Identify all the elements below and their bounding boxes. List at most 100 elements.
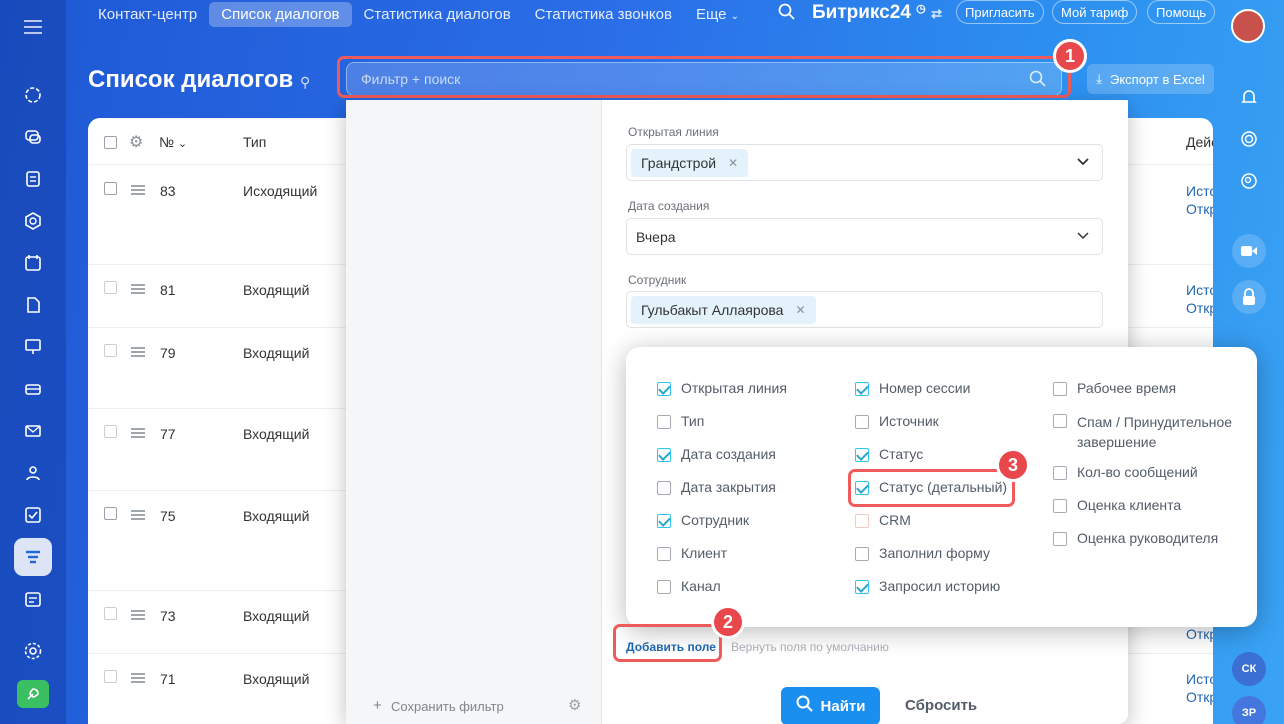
field-option-requested-history[interactable]: Запросил историю — [855, 578, 1000, 594]
lock-icon[interactable] — [1232, 280, 1266, 314]
remove-tag-icon[interactable]: ✕ — [728, 156, 738, 170]
select-all-checkbox[interactable] — [104, 136, 117, 149]
tab-call-stats[interactable]: Статистика звонков — [523, 2, 684, 27]
find-button[interactable]: Найти — [781, 687, 880, 724]
drag-handle-icon[interactable] — [131, 347, 145, 357]
target-icon[interactable] — [1232, 122, 1266, 156]
hexagon-icon[interactable] — [14, 202, 52, 240]
video-icon[interactable] — [1232, 234, 1266, 268]
invite-button[interactable]: Пригласить — [956, 0, 1044, 24]
row-checkbox[interactable] — [104, 182, 117, 195]
field-checkbox[interactable] — [1053, 466, 1067, 480]
reset-button[interactable]: Сбросить — [905, 697, 977, 714]
plus-icon[interactable]: + — [373, 697, 382, 714]
field-option-created-date[interactable]: Дата создания — [657, 446, 776, 462]
field-checkbox[interactable] — [657, 382, 671, 396]
remove-tag-icon[interactable]: ✕ — [795, 303, 805, 317]
field-checkbox[interactable] — [1053, 382, 1067, 396]
row-checkbox[interactable] — [104, 507, 117, 520]
column-header-num[interactable]: № ⌄ — [159, 134, 187, 150]
field-option-open-line[interactable]: Открытая линия — [657, 380, 787, 396]
column-header-type[interactable]: Тип — [243, 134, 266, 150]
tab-more[interactable]: Еще ⌄ — [684, 2, 751, 27]
user-initials-sk[interactable]: СК — [1232, 652, 1266, 686]
row-action-history[interactable]: Исто — [1186, 183, 1213, 199]
planner-icon[interactable] — [14, 580, 52, 618]
row-action-history[interactable]: Исто — [1186, 282, 1213, 298]
menu-icon[interactable] — [14, 8, 52, 46]
created-date-select[interactable]: Вчера — [626, 218, 1103, 255]
document-icon[interactable] — [14, 286, 52, 324]
users-icon[interactable] — [14, 454, 52, 492]
save-filter-link[interactable]: Сохранить фильтр — [391, 699, 504, 714]
field-checkbox[interactable] — [657, 448, 671, 462]
tab-contact-center[interactable]: Контакт-центр — [86, 2, 209, 27]
tab-dialog-stats[interactable]: Статистика диалогов — [352, 2, 523, 27]
bell-icon[interactable] — [1232, 80, 1266, 114]
chat-search-icon[interactable] — [1232, 164, 1266, 198]
grid-settings-icon[interactable]: ⚙ — [129, 132, 143, 152]
field-checkbox[interactable] — [855, 382, 869, 396]
drag-handle-icon[interactable] — [131, 610, 145, 620]
field-checkbox[interactable] — [1053, 414, 1067, 428]
field-checkbox[interactable] — [657, 415, 671, 429]
tab-dialog-list[interactable]: Список диалогов — [209, 1, 352, 27]
field-checkbox[interactable] — [855, 448, 869, 462]
tariff-button[interactable]: Мой тариф — [1052, 0, 1138, 24]
help-button[interactable]: Помощь — [1147, 0, 1216, 24]
field-option-client[interactable]: Клиент — [657, 545, 727, 561]
settings-gear-icon[interactable] — [14, 632, 52, 670]
field-option-crm[interactable]: CRM — [855, 512, 911, 528]
field-option-working-time[interactable]: Рабочее время — [1053, 380, 1176, 396]
field-checkbox[interactable] — [657, 580, 671, 594]
row-action-open[interactable]: Откр — [1186, 626, 1213, 642]
field-checkbox[interactable] — [855, 415, 869, 429]
search-icon[interactable] — [778, 3, 796, 24]
pin-icon[interactable]: ⚲ — [300, 74, 310, 90]
field-checkbox[interactable] — [657, 514, 671, 528]
chevron-down-icon[interactable] — [1076, 228, 1090, 245]
panel-settings-icon[interactable]: ⚙ — [568, 696, 581, 714]
field-option-session-number[interactable]: Номер сессии — [855, 380, 970, 396]
field-option-source[interactable]: Источник — [855, 413, 939, 429]
field-checkbox[interactable] — [1053, 532, 1067, 546]
field-option-employee[interactable]: Сотрудник — [657, 512, 749, 528]
row-action-open[interactable]: Откр — [1186, 300, 1213, 316]
add-field-link[interactable]: Добавить поле — [626, 640, 716, 654]
field-checkbox[interactable] — [1053, 499, 1067, 513]
field-option-manager-rating[interactable]: Оценка руководителя — [1053, 530, 1218, 546]
chat-icon[interactable] — [14, 118, 52, 156]
field-option-channel[interactable]: Канал — [657, 578, 721, 594]
row-checkbox[interactable] — [104, 344, 117, 357]
field-option-message-count[interactable]: Кол-во сообщений — [1053, 464, 1198, 480]
chevron-down-icon[interactable] — [1076, 154, 1090, 171]
row-checkbox[interactable] — [104, 670, 117, 683]
field-option-status[interactable]: Статус — [855, 446, 923, 462]
open-line-field[interactable]: Грандстрой ✕ — [626, 144, 1103, 181]
row-checkbox[interactable] — [104, 281, 117, 294]
drag-handle-icon[interactable] — [131, 185, 145, 195]
field-option-client-rating[interactable]: Оценка клиента — [1053, 497, 1181, 513]
drive-icon[interactable] — [14, 370, 52, 408]
drag-handle-icon[interactable] — [131, 673, 145, 683]
calendar-icon[interactable] — [14, 244, 52, 282]
field-option-spam[interactable]: Спам / Принудительное завершение — [1053, 412, 1243, 452]
field-checkbox[interactable] — [657, 547, 671, 561]
row-action-open[interactable]: Откр — [1186, 201, 1213, 217]
row-action-open[interactable]: Откр — [1186, 689, 1213, 705]
drag-handle-icon[interactable] — [131, 284, 145, 294]
field-checkbox[interactable] — [855, 580, 869, 594]
rocket-icon[interactable] — [17, 680, 49, 708]
field-option-closed-date[interactable]: Дата закрытия — [657, 479, 776, 495]
employee-field[interactable]: Гульбакыт Аллаярова ✕ — [626, 291, 1103, 328]
row-checkbox[interactable] — [104, 607, 117, 620]
export-excel-button[interactable]: ⤓ Экспорт в Excel — [1087, 64, 1214, 94]
user-initials-zr[interactable]: ЗР — [1232, 696, 1266, 724]
checkbox-icon[interactable] — [14, 496, 52, 534]
contact-center-icon[interactable] — [14, 538, 52, 576]
column-header-actions[interactable]: Дейс — [1186, 134, 1213, 150]
field-checkbox[interactable] — [855, 547, 869, 561]
field-checkbox[interactable] — [657, 481, 671, 495]
field-option-filled-form[interactable]: Заполнил форму — [855, 545, 990, 561]
row-action-history[interactable]: Исто — [1186, 671, 1213, 687]
